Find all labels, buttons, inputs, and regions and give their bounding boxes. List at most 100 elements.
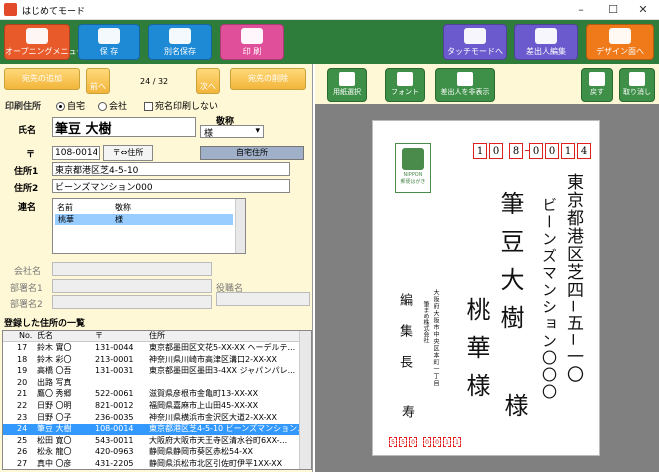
joint-name-label: 連名: [18, 203, 37, 213]
maximize-button[interactable]: ☐: [598, 1, 628, 19]
zip-label: 〒: [26, 150, 36, 160]
cell-name: 松永 龍〇: [37, 447, 72, 457]
list-scrollbar[interactable]: [299, 331, 311, 469]
zip-digit-box: 0: [489, 143, 503, 159]
cell-no: 18: [17, 354, 28, 364]
printer-icon: [241, 28, 263, 44]
cell-name: 松田 寛〇: [37, 435, 72, 445]
cell-address: 神奈川県横浜市金沢区大道2-XX-XX: [149, 412, 277, 422]
sender-address: 大阪府大阪市中央区本町一丁目: [432, 289, 439, 387]
radio-company[interactable]: 会社: [98, 99, 127, 112]
sender-company: 筆まめ株式会社: [422, 301, 429, 343]
table-row[interactable]: 22 日野 〇明 821-0012 福岡県嘉麻市上山田45-XX-XX: [3, 401, 299, 412]
zip-digit-box: 1: [561, 143, 575, 159]
main-toolbar: オープニングメニュー 保 存 別名保存 印 刷 タッチモードへ 差出人編集 デザ…: [0, 20, 659, 64]
paper-select-button[interactable]: 用紙選択: [327, 68, 367, 102]
undo-icon: [589, 72, 605, 86]
company-input[interactable]: [52, 262, 212, 276]
arrow-right-icon: [609, 28, 631, 44]
zip-convert-button[interactable]: 〒⇔住所: [103, 145, 153, 161]
zip-digit-box: 4: [577, 143, 591, 159]
postcard-preview: 1080014 NIPPON 郵便はがき 東京都港区芝四−五−一〇 ビーンズマン…: [372, 120, 600, 456]
radio-icon: [98, 102, 107, 111]
chevron-down-icon: ▾: [255, 126, 260, 136]
close-button[interactable]: ✕: [628, 1, 658, 19]
no-print-checkbox[interactable]: 宛名印刷しない: [144, 99, 218, 112]
radio-icon: [56, 102, 65, 111]
add-address-button[interactable]: 宛先の追加: [4, 68, 80, 90]
table-row[interactable]: 17 鈴木 實〇 131-0044 東京都墨田区文花5-XX-XX ヘーデルテ...: [3, 343, 299, 354]
table-row[interactable]: 26 松永 龍〇 420-0963 静岡県静岡市葵区赤松54-XX: [3, 447, 299, 458]
checkbox-icon: [144, 102, 153, 111]
cell-name: 高橋 〇吾: [37, 366, 72, 376]
table-row[interactable]: 19 高橋 〇吾 131-0031 東京都墨田区墨田3-4XX ジャパンパレ...: [3, 366, 299, 377]
save-as-icon: [169, 28, 191, 44]
font-button[interactable]: フォント: [385, 68, 425, 102]
cell-no: 22: [17, 401, 28, 410]
sender-zip-box: 5: [389, 437, 397, 447]
cell-zip: 420-0963: [95, 447, 134, 457]
cell-zip: 131-0044: [95, 343, 134, 352]
cell-address: 東京都港区芝4-5-10 ビーンズマンション...: [149, 424, 299, 434]
record-counter: 24 / 32: [140, 77, 169, 86]
hide-sender-button[interactable]: 差出人を非表示: [435, 68, 495, 102]
zip-dash: [525, 150, 529, 151]
table-row[interactable]: 20 出路 写真: [3, 378, 299, 389]
sender-zip-box: 0: [433, 437, 441, 447]
next-button[interactable]: 次へ: [196, 68, 220, 94]
touch-icon: [464, 28, 486, 44]
table-row[interactable]: 27 真中 〇彦 431-2205 静岡県浜松市北区引佐町伊平1XX-XX: [3, 459, 299, 469]
print-button[interactable]: 印 刷: [220, 24, 284, 60]
table-row[interactable]: 25 松田 寛〇 543-0011 大阪府大阪市天王寺区清水谷町6XX-...: [3, 436, 299, 447]
joint-name-list[interactable]: 名前 敬称 桃華 様: [52, 198, 246, 254]
sender-zip-box: 5: [399, 437, 407, 447]
table-row[interactable]: 21 鷹〇 秀郷 522-0061 滋賀県彦根市金亀町13-XX-XX: [3, 389, 299, 400]
save-button[interactable]: 保 存: [78, 24, 140, 60]
cell-zip: 213-0001: [95, 354, 134, 364]
sender-zip-box: 1: [453, 437, 461, 447]
table-row[interactable]: 23 日野 〇子 236-0035 神奈川県横浜市金沢区大道2-XX-XX: [3, 413, 299, 424]
cell-no: 26: [17, 447, 28, 457]
cell-name: 鈴木 彩〇: [37, 354, 72, 364]
joint-scrollbar[interactable]: [235, 199, 245, 253]
stamp-image: NIPPON 郵便はがき: [395, 143, 431, 193]
table-row[interactable]: 18 鈴木 彩〇 213-0001 神奈川県川崎市高津区溝口2-XX-XX: [3, 355, 299, 366]
zip-input[interactable]: [52, 146, 100, 160]
name-input[interactable]: [52, 117, 196, 137]
sender-zip-box: 0: [423, 437, 431, 447]
dept1-input[interactable]: [52, 279, 212, 293]
home-address-button[interactable]: 自宅住所: [200, 146, 304, 160]
sender-icon: [457, 72, 473, 86]
sender-edit-button[interactable]: 差出人編集: [514, 24, 578, 60]
address1-input[interactable]: [52, 162, 290, 176]
cell-no: 21: [17, 389, 28, 399]
honorific-select[interactable]: 様 ▾: [200, 125, 264, 139]
prev-button[interactable]: 前へ: [86, 68, 110, 94]
cell-address: 東京都墨田区墨田3-4XX ジャパンパレ...: [149, 366, 296, 376]
sender-zip-box: 1: [443, 437, 451, 447]
to-design-button[interactable]: デザイン面へ: [586, 24, 654, 60]
dept2-input[interactable]: [52, 295, 212, 309]
cell-no: 20: [17, 377, 28, 387]
touch-mode-button[interactable]: タッチモードへ: [443, 24, 507, 60]
print-address-label: 印刷住所: [5, 102, 42, 112]
sender-name: 寿: [399, 405, 414, 418]
save-as-button[interactable]: 別名保存: [148, 24, 212, 60]
address2-input[interactable]: [52, 179, 290, 193]
cell-address: 滋賀県彦根市金亀町13-XX-XX: [149, 389, 259, 399]
person-icon: [535, 28, 557, 44]
joint-row[interactable]: 桃華 様: [55, 214, 233, 225]
dept1-label: 部署名1: [10, 284, 43, 294]
cell-no: 19: [17, 366, 28, 376]
radio-home[interactable]: 自宅: [56, 99, 85, 112]
table-row[interactable]: 24 筆豆 大樹 108-0014 東京都港区芝4-5-10 ビーンズマンション...: [3, 424, 299, 435]
save-icon: [98, 28, 120, 44]
minimize-button[interactable]: –: [566, 1, 596, 19]
undo-button[interactable]: 戻す: [581, 68, 613, 102]
title-input[interactable]: [216, 292, 310, 306]
cell-name: 鈴木 實〇: [37, 343, 72, 352]
opening-menu-button[interactable]: オープニングメニュー: [4, 24, 85, 60]
delete-address-button[interactable]: 宛先の削除: [230, 68, 306, 90]
cell-zip: 522-0061: [95, 389, 134, 399]
redo-button[interactable]: 取り消し: [619, 68, 655, 102]
